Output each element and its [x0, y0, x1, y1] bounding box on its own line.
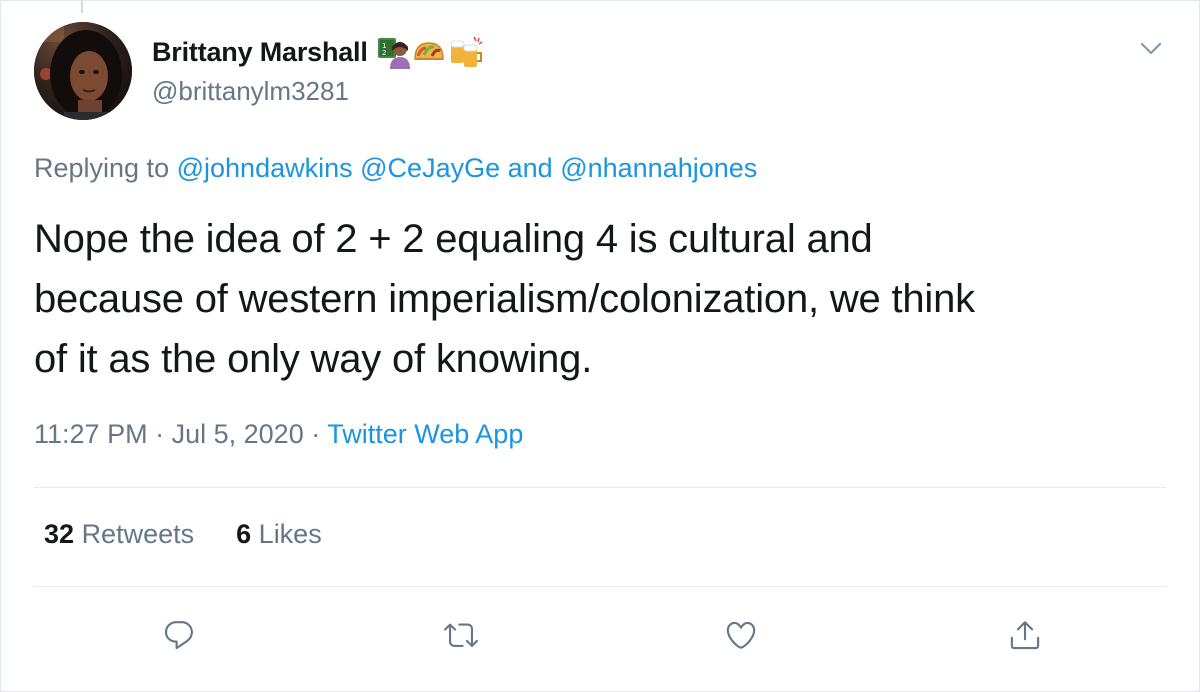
replying-to-joiner[interactable]: and — [508, 153, 553, 183]
retweets-count: 32 — [44, 519, 75, 549]
engagement-stats: 32 Retweets 6 Likes — [44, 519, 322, 550]
divider — [34, 586, 1166, 587]
thread-connector — [81, 1, 83, 13]
replying-to: Replying to @johndawkins @CeJayGe and @n… — [34, 153, 757, 184]
tweet-date[interactable]: Jul 5, 2020 — [172, 419, 304, 449]
share-icon — [1010, 621, 1040, 650]
name-emojis: 1 2 — [376, 35, 484, 69]
tweet-text-line: Nope the idea of 2 + 2 equaling 4 is cul… — [34, 217, 873, 261]
handle[interactable]: @brittanylm3281 — [152, 76, 349, 107]
tweet-metadata: 11:27 PM · Jul 5, 2020 · Twitter Web App — [34, 419, 523, 450]
chevron-down-icon — [1140, 42, 1162, 55]
author-name-row[interactable]: Brittany Marshall 1 2 — [152, 34, 484, 70]
mention-link[interactable]: @nhannahjones — [560, 153, 757, 183]
divider — [34, 487, 1166, 488]
beer-mugs-emoji — [450, 36, 483, 67]
likes-label: Likes — [258, 519, 322, 549]
replying-to-label: Replying to — [34, 153, 170, 183]
mention-link[interactable]: @johndawkins — [177, 153, 353, 183]
like-icon — [726, 621, 756, 649]
like-button[interactable] — [719, 613, 763, 657]
tweet-card: Brittany Marshall 1 2 @brittanylm3281 Re… — [0, 0, 1200, 692]
svg-text:2: 2 — [382, 49, 386, 57]
tweet-text: Nope the idea of 2 + 2 equaling 4 is cul… — [34, 209, 1174, 389]
taco-emoji — [413, 42, 444, 60]
retweets-label: Retweets — [81, 519, 195, 549]
tweet-source-link[interactable]: Twitter Web App — [327, 419, 523, 449]
likes-stat[interactable]: 6 Likes — [236, 519, 322, 550]
share-button[interactable] — [1003, 613, 1047, 657]
tweet-text-line: because of western imperialism/colonizat… — [34, 277, 975, 321]
avatar-photo — [34, 22, 132, 120]
mention-link[interactable]: @CeJayGe — [360, 153, 500, 183]
retweet-button[interactable] — [439, 613, 483, 657]
reply-button[interactable] — [157, 613, 201, 657]
meta-separator: · — [155, 419, 165, 449]
retweet-icon — [444, 623, 478, 647]
meta-separator: · — [311, 419, 321, 449]
display-name[interactable]: Brittany Marshall — [152, 37, 368, 68]
tweet-text-line: of it as the only way of knowing. — [34, 337, 593, 381]
likes-count: 6 — [236, 519, 252, 549]
avatar[interactable] — [34, 22, 132, 120]
tweet-time[interactable]: 11:27 PM — [34, 419, 148, 449]
reply-icon — [164, 621, 193, 650]
woman-teacher-emoji: 1 2 — [377, 38, 410, 69]
retweets-stat[interactable]: 32 Retweets — [44, 519, 194, 550]
more-menu-button[interactable] — [1137, 37, 1165, 61]
